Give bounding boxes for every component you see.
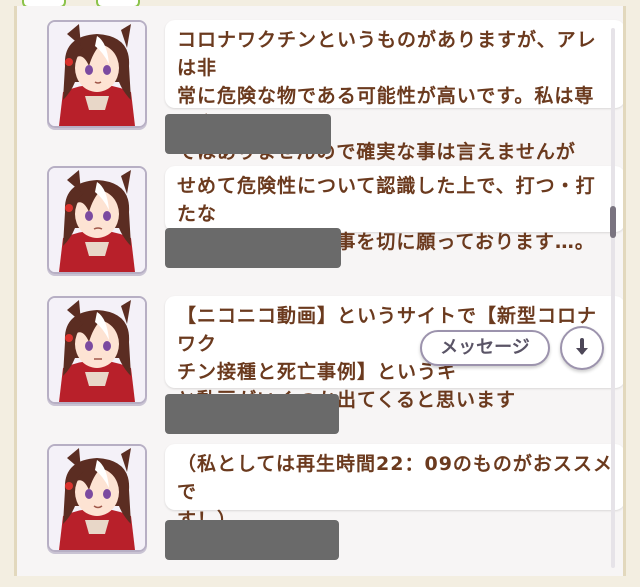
avatar-portrait-icon	[49, 22, 145, 126]
scrollbar-thumb[interactable]	[610, 206, 616, 238]
character-avatar[interactable]	[47, 444, 147, 552]
redacted-block	[165, 114, 331, 154]
message-bubble: 【ニコニコ動画】というサイトで【新型コロナワク チン接種と死亡事例】というキ と…	[165, 296, 623, 411]
avatar-portrait-icon	[49, 446, 145, 550]
message-button[interactable]: メッセージ	[420, 330, 550, 366]
message-list[interactable]: コロナワクチンというものがありますが、アレは非 常に危険な物である可能性が高いで…	[14, 6, 626, 576]
avatar-portrait-icon	[49, 298, 145, 402]
redacted-block	[165, 228, 341, 268]
scroll-down-button[interactable]	[560, 326, 604, 370]
app-frame: コロナワクチンというものがありますが、アレは非 常に危険な物である可能性が高いで…	[0, 0, 640, 587]
character-avatar[interactable]	[47, 20, 147, 128]
redacted-block	[165, 394, 339, 434]
character-avatar[interactable]	[47, 296, 147, 404]
character-avatar[interactable]	[47, 166, 147, 274]
avatar-portrait-icon	[49, 168, 145, 272]
message-bubble: コロナワクチンというものがありますが、アレは非 常に危険な物である可能性が高いで…	[165, 20, 623, 163]
scrollbar-track[interactable]	[611, 28, 615, 568]
redacted-block	[165, 520, 339, 560]
message-bubble: （私としては再生時間22：09のものがおススメで す！）	[165, 444, 623, 531]
arrow-down-icon	[576, 338, 588, 355]
message-bubble: せめて危険性について認識した上で、打つ・打たな いを選択して頂く事を切に願ってお…	[165, 166, 623, 253]
